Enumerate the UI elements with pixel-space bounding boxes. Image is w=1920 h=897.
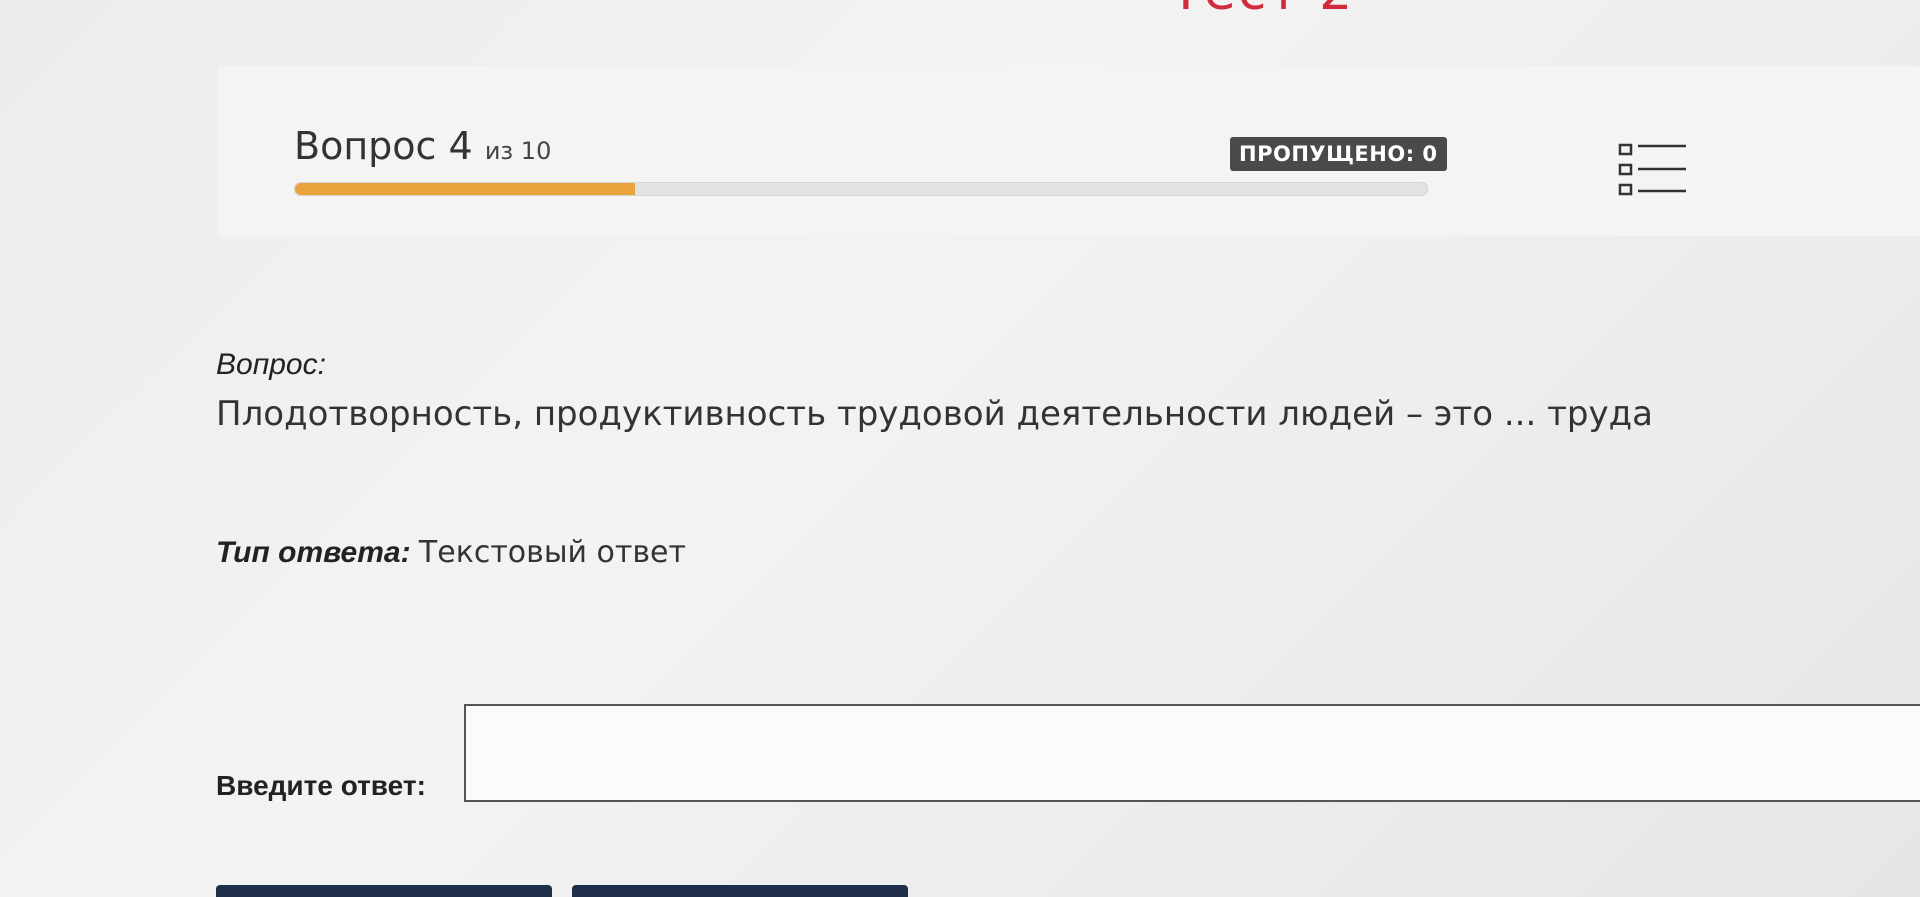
- previous-button[interactable]: [216, 885, 552, 897]
- answer-type-value: Текстовый ответ: [418, 535, 686, 570]
- progress-bar-fill: [295, 183, 635, 195]
- answer-type: Тип ответа: Текстовый ответ: [216, 535, 686, 570]
- question-counter-word: Вопрос: [294, 124, 437, 168]
- question-text: Плодотворность, продуктивность трудовой …: [216, 394, 1653, 434]
- question-counter-total: из 10: [484, 137, 552, 165]
- answer-input[interactable]: [464, 704, 1920, 802]
- skipped-badge: ПРОПУЩЕНО: 0: [1230, 137, 1447, 171]
- progress-panel: Вопрос 4 из 10 ПРОПУЩЕНО: 0: [218, 66, 1920, 236]
- question-list-button[interactable]: [1618, 140, 1688, 200]
- page: Тест 2 Вопрос 4 из 10 ПРОПУЩЕНО: 0 Вопро…: [0, 0, 1920, 897]
- next-button[interactable]: [572, 885, 908, 897]
- answer-label: Введите ответ:: [216, 770, 426, 801]
- question-list-icon: [1618, 143, 1686, 196]
- question-block: Вопрос: Плодотворность, продуктивность т…: [216, 348, 1653, 434]
- test-title: Тест 2: [1170, 0, 1354, 22]
- question-counter: Вопрос 4 из 10: [294, 124, 551, 168]
- answer-type-label: Тип ответа:: [216, 536, 411, 569]
- progress-bar: [294, 182, 1428, 196]
- question-counter-current: 4: [448, 124, 473, 168]
- question-label: Вопрос:: [216, 348, 326, 381]
